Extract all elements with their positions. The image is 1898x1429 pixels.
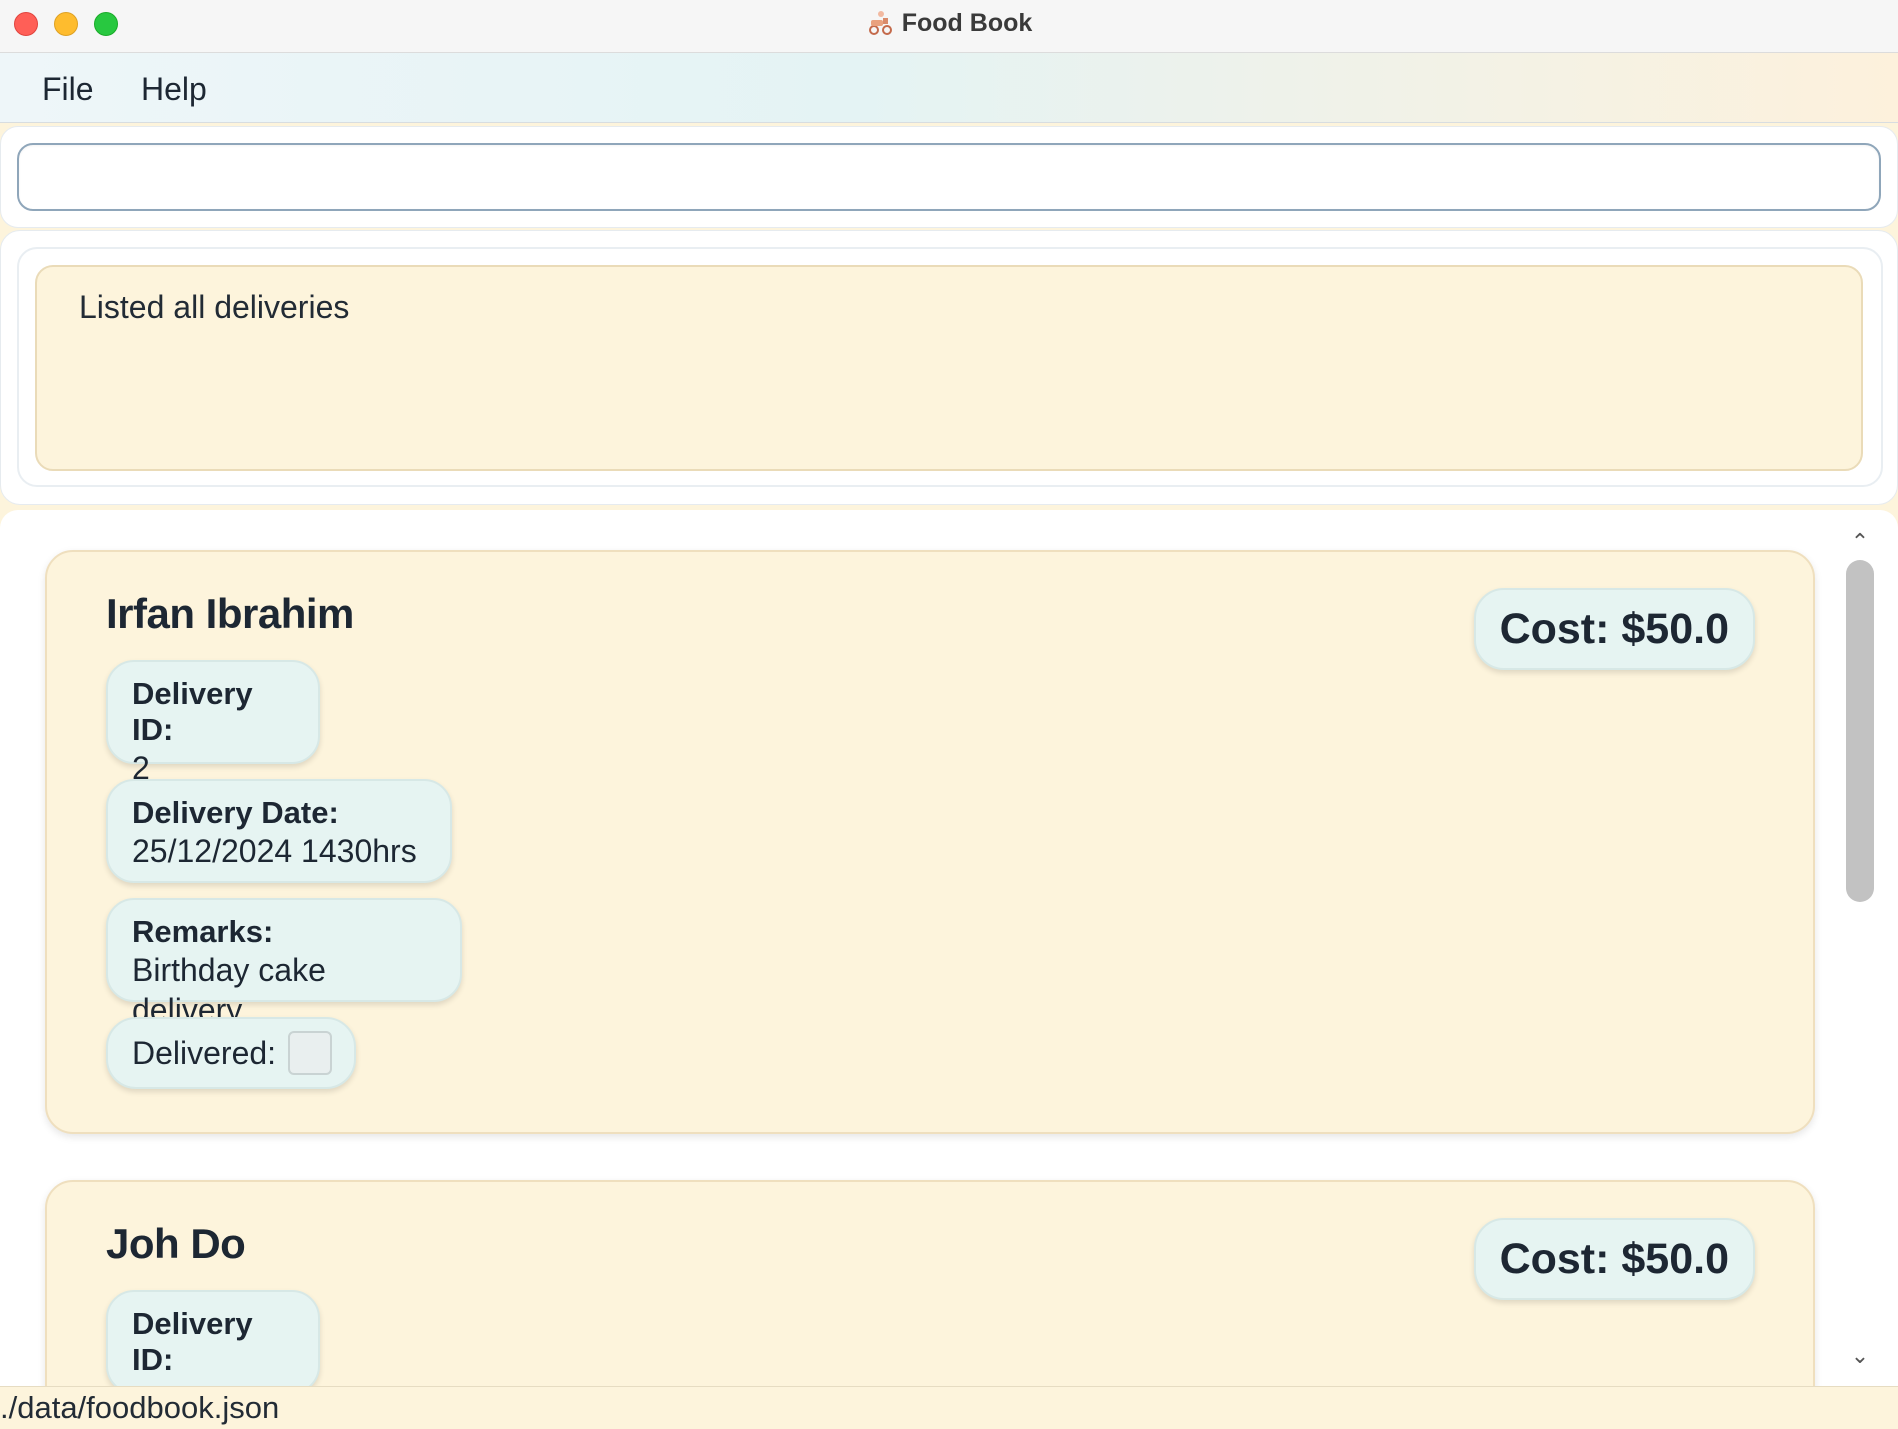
delivery-id-label: Delivery ID: (132, 1306, 253, 1377)
status-bar: ./data/foodbook.json (0, 1386, 1898, 1425)
delivery-card[interactable]: Irfan Ibrahim Cost: $50.0 Delivery ID: 2… (45, 550, 1815, 1134)
scrollbar-thumb[interactable] (1846, 560, 1874, 902)
delivery-date-pill: Delivery Date: 25/12/2024 1430hrs (106, 779, 452, 883)
food-delivery-icon (866, 8, 894, 36)
result-frame: Listed all deliveries (0, 230, 1898, 505)
delivered-checkbox[interactable] (288, 1030, 333, 1075)
window-title: Food Book (901, 9, 1033, 37)
result-display: Listed all deliveries (35, 265, 1863, 471)
cost-badge: Cost: $50.0 (1473, 1218, 1755, 1300)
command-input[interactable] (17, 143, 1881, 211)
result-panel: Listed all deliveries (0, 230, 1898, 505)
remarks-label: Remarks: (132, 914, 274, 949)
scroll-down-chevron-icon[interactable]: ⌄ (1846, 1342, 1874, 1370)
menu-file[interactable]: File (34, 67, 102, 112)
delivery-id-label: Delivery ID: (132, 676, 253, 747)
delivered-label: Delivered: (132, 1035, 277, 1071)
customer-name: Joh Do (106, 1220, 246, 1267)
result-message: Listed all deliveries (79, 289, 350, 325)
remarks-pill: Remarks: Birthday cake delivery (106, 898, 462, 1028)
customer-name: Irfan Ibrahim (106, 590, 354, 637)
delivered-pill: Delivered: (106, 1017, 356, 1089)
delivery-date-value: 25/12/2024 1430hrs (132, 833, 417, 869)
delivery-date-label: Delivery Date: (132, 795, 339, 830)
delivery-id-pill: Delivery ID: 2 (106, 660, 320, 786)
delivery-id-pill: Delivery ID: 3 (106, 1290, 320, 1386)
title-bar: Food Book (0, 0, 1898, 53)
cost-badge: Cost: $50.0 (1473, 588, 1755, 670)
delivery-card[interactable]: Joh Do Cost: $50.0 Delivery ID: 3 (45, 1180, 1815, 1386)
command-panel (0, 126, 1898, 228)
menu-bar: File Help (0, 53, 1898, 123)
scroll-up-chevron-icon[interactable]: ⌃ (1846, 528, 1874, 556)
window-title-container: Food Book (0, 8, 1898, 38)
menu-help[interactable]: Help (133, 67, 215, 112)
delivery-id-value: 3 (132, 1378, 294, 1386)
save-file-path: ./data/foodbook.json (0, 1390, 280, 1425)
delivery-list[interactable]: Irfan Ibrahim Cost: $50.0 Delivery ID: 2… (0, 510, 1898, 1386)
